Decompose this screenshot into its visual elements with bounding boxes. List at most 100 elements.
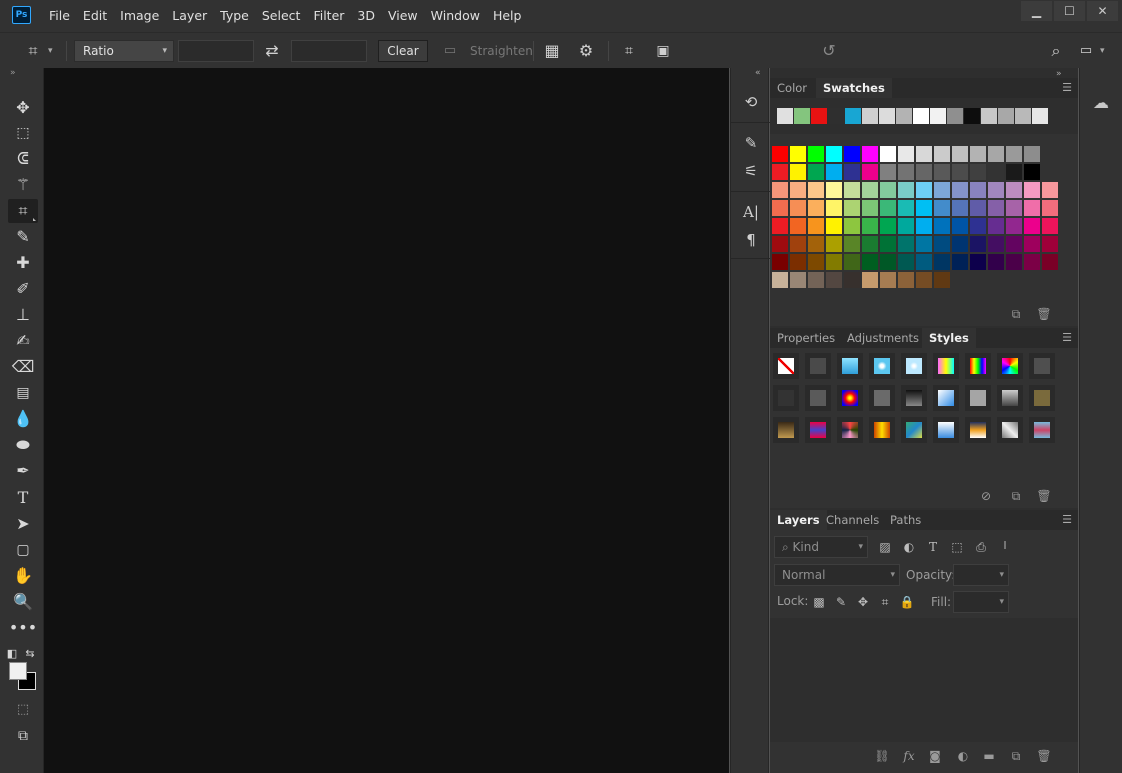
reset-icon[interactable]: ↺ xyxy=(818,40,840,62)
color-swatch[interactable] xyxy=(772,164,788,180)
layers-list[interactable] xyxy=(770,618,1078,742)
color-swatch[interactable] xyxy=(1024,254,1040,270)
menu-window[interactable]: Window xyxy=(431,0,480,32)
close-button[interactable]: ✕ xyxy=(1087,1,1118,21)
color-swatch[interactable] xyxy=(826,200,842,216)
color-swatch[interactable] xyxy=(970,200,986,216)
fx-icon[interactable]: fx xyxy=(901,748,917,764)
zoom-tool-icon[interactable]: 🔍 xyxy=(8,590,38,614)
add-mask-icon[interactable]: ◙ xyxy=(927,748,943,764)
swap-icon[interactable]: ⇄ xyxy=(262,40,282,62)
color-swatch[interactable] xyxy=(934,200,950,216)
brushes-panel-icon[interactable]: ⚟ xyxy=(739,159,763,183)
color-swatch[interactable] xyxy=(970,218,986,234)
tab-adjustments[interactable]: Adjustments xyxy=(840,328,926,348)
delete-cropped-pixels-icon[interactable]: ⌗ xyxy=(619,40,639,62)
style-preset[interactable] xyxy=(1029,417,1055,443)
workspace-icon[interactable]: ▭ xyxy=(1076,40,1096,62)
color-swatch[interactable] xyxy=(934,146,950,162)
color-swatch[interactable] xyxy=(898,146,914,162)
menu-help[interactable]: Help xyxy=(493,0,522,32)
color-swatch[interactable] xyxy=(898,236,914,252)
color-swatch[interactable] xyxy=(844,164,860,180)
color-swatch[interactable] xyxy=(916,218,932,234)
eraser-tool-icon[interactable]: ⌫ xyxy=(8,355,38,379)
style-preset[interactable] xyxy=(869,385,895,411)
marquee-tool-icon[interactable]: ⬚ xyxy=(8,121,38,145)
gradient-tool-icon[interactable]: ▤ xyxy=(8,381,38,405)
preset-chevron-icon[interactable]: ▾ xyxy=(48,40,58,62)
color-swatch[interactable] xyxy=(916,182,932,198)
ratio-select[interactable]: Ratio ▾ xyxy=(74,40,174,62)
menu-edit[interactable]: Edit xyxy=(83,0,107,32)
color-swatch[interactable] xyxy=(808,236,824,252)
recent-swatch[interactable] xyxy=(845,108,861,124)
layer-kind-filter[interactable]: ⌕ Kind ▾ xyxy=(774,536,868,558)
recent-swatch[interactable] xyxy=(1032,108,1048,124)
style-preset[interactable] xyxy=(837,353,863,379)
color-swatch[interactable] xyxy=(934,182,950,198)
color-swatch[interactable] xyxy=(934,164,950,180)
menu-view[interactable]: View xyxy=(388,0,418,32)
pen-tool-icon[interactable]: ✒ xyxy=(8,459,38,483)
color-swatch[interactable] xyxy=(826,218,842,234)
menu-3d[interactable]: 3D xyxy=(357,0,375,32)
minimize-button[interactable]: ▁ xyxy=(1021,1,1052,21)
recent-swatch[interactable] xyxy=(998,108,1014,124)
color-swatch[interactable] xyxy=(790,272,806,288)
color-swatch[interactable] xyxy=(1042,254,1058,270)
paragraph-panel-icon[interactable]: ¶ xyxy=(739,228,763,252)
color-swatch[interactable] xyxy=(826,182,842,198)
color-swatch[interactable] xyxy=(772,236,788,252)
maximize-button[interactable]: ☐ xyxy=(1054,1,1085,21)
rectangle-tool-icon[interactable]: ▢ xyxy=(8,538,38,562)
color-swatch[interactable] xyxy=(844,272,860,288)
panel-menu-icon[interactable]: ☰ xyxy=(1062,81,1072,94)
color-swatch[interactable] xyxy=(808,200,824,216)
recent-swatch[interactable] xyxy=(1015,108,1031,124)
style-preset[interactable] xyxy=(773,417,799,443)
style-preset[interactable] xyxy=(965,353,991,379)
color-swatch[interactable] xyxy=(772,146,788,162)
smart-object-filter-icon[interactable]: ⎙ xyxy=(973,539,989,555)
trash-icon[interactable]: 🗑 xyxy=(1036,306,1052,322)
clear-button[interactable]: Clear xyxy=(378,40,428,62)
color-swatch[interactable] xyxy=(898,200,914,216)
color-swatch[interactable] xyxy=(808,146,824,162)
color-swatch[interactable] xyxy=(790,164,806,180)
crop-tool-icon[interactable]: ⌗ xyxy=(8,199,38,223)
color-swatch[interactable] xyxy=(898,272,914,288)
color-swatch[interactable] xyxy=(952,236,968,252)
more-tools-icon[interactable]: ••• xyxy=(8,616,38,640)
color-swatch[interactable] xyxy=(880,200,896,216)
color-swatch[interactable] xyxy=(952,218,968,234)
style-preset[interactable] xyxy=(805,353,831,379)
tab-paths[interactable]: Paths xyxy=(883,510,928,530)
color-swatch[interactable] xyxy=(970,236,986,252)
color-swatch[interactable] xyxy=(988,254,1004,270)
color-swatch[interactable] xyxy=(880,272,896,288)
style-preset[interactable] xyxy=(837,417,863,443)
color-swatch[interactable] xyxy=(808,218,824,234)
ratio-width-input[interactable] xyxy=(178,40,254,62)
color-swatch[interactable] xyxy=(790,218,806,234)
recent-swatch[interactable] xyxy=(879,108,895,124)
style-preset[interactable] xyxy=(901,417,927,443)
color-swatch[interactable] xyxy=(1024,164,1040,180)
menu-filter[interactable]: Filter xyxy=(313,0,344,32)
color-swatch[interactable] xyxy=(934,254,950,270)
adjustment-layer-filter-icon[interactable]: ◐ xyxy=(901,539,917,555)
color-swatch[interactable] xyxy=(772,272,788,288)
style-preset[interactable] xyxy=(1029,385,1055,411)
color-swatch[interactable] xyxy=(790,236,806,252)
ratio-height-input[interactable] xyxy=(291,40,367,62)
pixel-layer-filter-icon[interactable]: ▨ xyxy=(877,539,893,555)
straighten-label[interactable]: Straighten xyxy=(470,40,533,62)
recent-swatch[interactable] xyxy=(811,108,827,124)
color-swatch[interactable] xyxy=(880,254,896,270)
blend-mode-select[interactable]: Normal ▾ xyxy=(774,564,900,586)
color-swatch[interactable] xyxy=(790,146,806,162)
new-style-icon[interactable]: ⧉ xyxy=(1008,488,1024,504)
style-preset[interactable] xyxy=(901,353,927,379)
color-swatch[interactable] xyxy=(916,254,932,270)
